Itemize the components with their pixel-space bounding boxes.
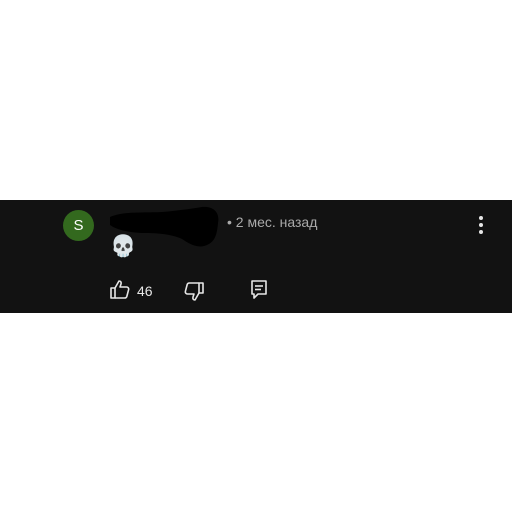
thumb-up-icon[interactable] (108, 278, 132, 302)
comment-text: 💀 (110, 235, 137, 258)
comment-item: S • 2 мес. назад 💀 46 (0, 200, 512, 313)
thumb-down-icon[interactable] (182, 279, 206, 303)
reply-comment-icon[interactable] (247, 278, 271, 302)
like-count: 46 (137, 283, 153, 299)
avatar[interactable]: S (63, 210, 94, 241)
more-vertical-icon[interactable] (470, 212, 492, 238)
comment-timestamp: • 2 мес. назад (227, 214, 318, 230)
